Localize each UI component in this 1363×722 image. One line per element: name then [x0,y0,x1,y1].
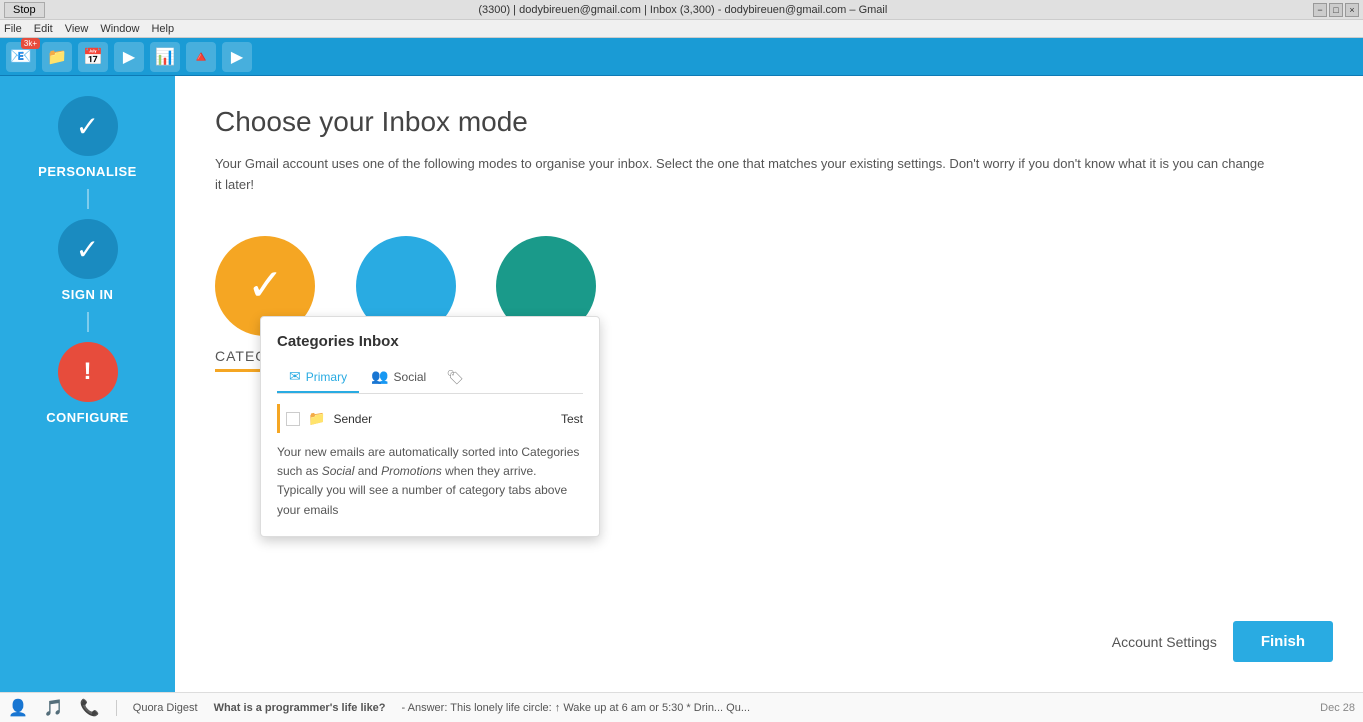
quora-subject: What is a programmer's life like? [214,702,386,714]
sidebar-label-personalise: PERSONALISE [38,164,137,179]
menu-bar: File Edit View Window Help [0,20,1363,38]
taskbar-app-7[interactable]: ▶ [222,42,252,72]
email-preview-row: 📁 Sender Test [277,404,583,433]
personalise-circle: ✓ [58,96,118,156]
primary-tab-icon: ✉ [289,368,301,385]
configure-circle: ! [58,342,118,402]
taskbar-app-3[interactable]: 📅 [78,42,108,72]
tooltip-tab-primary[interactable]: ✉ Primary [277,362,359,393]
taskbar-app-6[interactable]: 🔺 [186,42,216,72]
tooltip-desc-and: and [354,464,381,478]
sidebar-label-signin: SIGN IN [62,287,114,302]
tooltip-promotions-em: Promotions [381,464,442,478]
menu-help[interactable]: Help [151,23,174,35]
social-tab-label: Social [394,370,427,384]
menu-view[interactable]: View [65,23,89,35]
sidebar-divider-2 [87,312,89,332]
tag-icon: 🏷 [438,363,472,392]
footer-area: Account Settings Finish [1112,621,1333,662]
bar-divider [116,700,117,716]
main-layout: ✓ PERSONALISE ✓ SIGN IN ! CONFIGURE Choo… [0,76,1363,692]
signin-circle: ✓ [58,219,118,279]
menu-window[interactable]: Window [100,23,139,35]
tooltip-description: Your new emails are automatically sorted… [277,443,583,520]
taskbar: 📧 3k+ 📁 📅 ▶ 📊 🔺 ▶ [0,38,1363,76]
tooltip-popup: Categories Inbox ✉ Primary 👥 Social 🏷 📁 … [260,316,600,537]
folder-icon: 📁 [308,410,325,427]
tooltip-title: Categories Inbox [277,333,583,350]
email-subject: Test [561,412,583,426]
email-checkbox[interactable] [286,412,300,426]
sidebar: ✓ PERSONALISE ✓ SIGN IN ! CONFIGURE [0,76,175,692]
taskbar-app-5[interactable]: 📊 [150,42,180,72]
maximize-button[interactable]: □ [1329,3,1343,17]
taskbar-app-1[interactable]: 📧 3k+ [6,42,36,72]
tooltip-tab-social[interactable]: 👥 Social [359,362,438,393]
sidebar-item-signin[interactable]: ✓ SIGN IN [58,219,118,302]
bottom-icon-1[interactable]: 👤 [8,698,28,718]
email-sender: Sender [333,412,553,426]
quora-sender: Quora Digest [133,702,198,714]
bottom-icon-2[interactable]: 🎵 [44,698,64,718]
sidebar-divider-1 [87,189,89,209]
social-tab-icon: 👥 [371,368,388,385]
tooltip-social-em: Social [322,464,355,478]
primary-tab-label: Primary [306,370,347,384]
title-bar: Stop (3300) | dodybireuen@gmail.com | In… [0,0,1363,20]
sidebar-item-personalise[interactable]: ✓ PERSONALISE [38,96,137,179]
page-description: Your Gmail account uses one of the follo… [215,154,1265,196]
notification-badge: 3k+ [21,38,40,49]
close-button[interactable]: × [1345,3,1359,17]
sidebar-item-configure[interactable]: ! CONFIGURE [46,342,129,425]
quora-bar-left: 👤 🎵 📞 Quora Digest What is a programmer'… [8,698,750,718]
taskbar-app-4[interactable]: ▶ [114,42,144,72]
window-controls[interactable]: − □ × [1313,3,1359,17]
page-title: Choose your Inbox mode [215,106,1323,138]
bottom-icon-3[interactable]: 📞 [80,698,100,718]
content-area: Choose your Inbox mode Your Gmail accoun… [175,76,1363,692]
menu-edit[interactable]: Edit [34,23,53,35]
taskbar-app-2[interactable]: 📁 [42,42,72,72]
sidebar-label-configure: CONFIGURE [46,410,129,425]
quora-preview: - Answer: This lonely life circle: ↑ Wak… [402,702,750,714]
finish-button[interactable]: Finish [1233,621,1333,662]
tooltip-tabs: ✉ Primary 👥 Social 🏷 [277,362,583,394]
title-bar-text: (3300) | dodybireuen@gmail.com | Inbox (… [53,4,1313,16]
quora-date: Dec 28 [1320,702,1355,714]
stop-button[interactable]: Stop [4,2,45,18]
menu-file[interactable]: File [4,23,22,35]
quora-bar: 👤 🎵 📞 Quora Digest What is a programmer'… [0,692,1363,722]
account-settings-button[interactable]: Account Settings [1112,634,1217,650]
minimize-button[interactable]: − [1313,3,1327,17]
